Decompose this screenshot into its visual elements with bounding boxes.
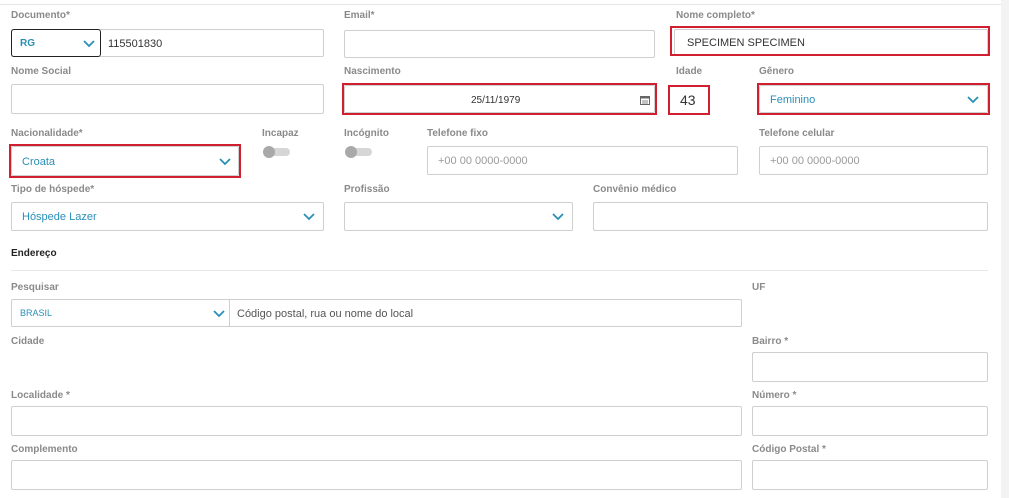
scrollbar-track[interactable] <box>1001 0 1009 498</box>
tipo-hospede-label: Tipo de hóspede* <box>11 184 95 195</box>
chevron-down-icon <box>967 96 979 104</box>
convenio-input[interactable] <box>593 202 988 231</box>
nome-completo-value: SPECIMEN SPECIMEN <box>687 37 805 49</box>
document-number[interactable]: 115501830 <box>108 38 162 50</box>
incognito-label: Incógnito <box>344 128 389 139</box>
chevron-down-icon <box>552 213 564 221</box>
top-divider <box>0 4 1009 5</box>
incapaz-label: Incapaz <box>262 128 299 139</box>
document-type-select[interactable]: RG <box>11 29 101 57</box>
chevron-down-icon <box>83 40 95 48</box>
tipo-hospede-select[interactable]: Hóspede Lazer <box>11 202 324 231</box>
bairro-label: Bairro * <box>752 336 789 347</box>
idade-value: 43 <box>680 92 696 108</box>
calendar-icon[interactable] <box>640 95 650 105</box>
endereco-heading: Endereço <box>11 248 57 259</box>
email-label: Email* <box>344 10 375 21</box>
incognito-toggle[interactable] <box>344 146 374 158</box>
complemento-input[interactable] <box>11 460 742 490</box>
genero-select[interactable]: Feminino <box>759 85 988 113</box>
nacionalidade-label: Nacionalidade* <box>11 128 83 139</box>
codigo-postal-label: Código Postal * <box>752 444 826 455</box>
nacionalidade-value: Croata <box>22 156 56 168</box>
documento-label: Documento* <box>11 10 70 21</box>
endereco-divider <box>11 270 988 271</box>
nome-social-label: Nome Social <box>11 66 72 77</box>
telefone-fixo-label: Telefone fixo <box>427 128 488 139</box>
telefone-fixo-input[interactable]: +00 00 0000-0000 <box>427 146 738 175</box>
profissao-label: Profissão <box>344 184 390 195</box>
chevron-down-icon <box>303 213 315 221</box>
pesquisar-label: Pesquisar <box>11 282 59 293</box>
numero-label: Número * <box>752 390 797 401</box>
cidade-label: Cidade <box>11 336 45 347</box>
nome-completo-label: Nome completo* <box>676 10 755 21</box>
telefone-celular-input[interactable]: +00 00 0000-0000 <box>759 146 988 175</box>
chevron-down-icon <box>219 158 231 166</box>
bairro-input[interactable] <box>752 352 988 382</box>
document-type-value: RG <box>20 38 35 49</box>
incapaz-toggle[interactable] <box>262 146 292 158</box>
convenio-label: Convênio médico <box>593 184 677 195</box>
nascimento-value: 25/11/1979 <box>471 95 521 106</box>
nome-completo-input[interactable]: SPECIMEN SPECIMEN <box>674 29 988 55</box>
country-select[interactable]: BRASIL <box>11 299 230 327</box>
numero-input[interactable] <box>752 406 988 436</box>
telefone-celular-placeholder: +00 00 0000-0000 <box>770 155 860 167</box>
tipo-hospede-value: Hóspede Lazer <box>22 211 97 223</box>
country-value: BRASIL <box>20 308 53 318</box>
idade-label: Idade <box>676 66 703 77</box>
nome-social-input[interactable] <box>11 84 324 114</box>
genero-value: Feminino <box>770 94 816 106</box>
telefone-celular-label: Telefone celular <box>759 128 835 139</box>
nacionalidade-select[interactable]: Croata <box>11 146 239 176</box>
complemento-label: Complemento <box>11 444 78 455</box>
localidade-label: Localidade * <box>11 390 70 401</box>
localidade-input[interactable] <box>11 406 742 436</box>
idade-field: 43 <box>670 85 708 115</box>
codigo-postal-input[interactable] <box>752 460 988 490</box>
uf-label: UF <box>752 282 766 293</box>
profissao-select[interactable] <box>344 202 573 231</box>
email-input[interactable] <box>344 30 655 58</box>
nascimento-input[interactable]: 25/11/1979 <box>344 85 655 113</box>
pesquisar-input[interactable]: Código postal, rua ou nome do local <box>237 308 413 320</box>
telefone-fixo-placeholder: +00 00 0000-0000 <box>438 155 528 167</box>
nascimento-label: Nascimento <box>344 66 401 77</box>
genero-label: Gênero <box>759 66 795 77</box>
chevron-down-icon <box>213 310 225 318</box>
